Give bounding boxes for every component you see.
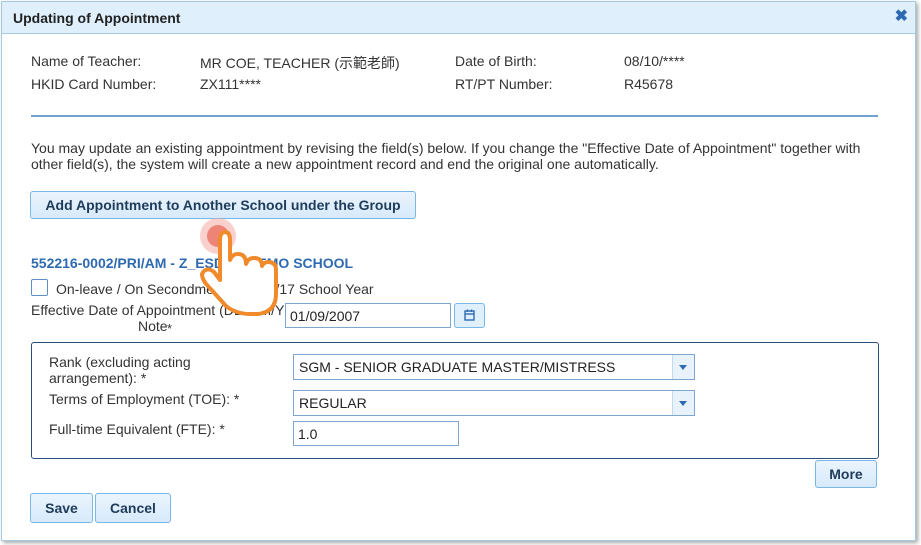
dob-value: 08/10/**** <box>624 53 685 69</box>
rank-select[interactable]: SGM - SENIOR GRADUATE MASTER/MISTRESS <box>293 354 695 380</box>
fte-input[interactable]: 1.0 <box>293 421 459 446</box>
onleave-checkbox[interactable] <box>31 279 48 296</box>
close-icon[interactable]: ✖ <box>895 6 908 26</box>
dialog-title: Updating of Appointment <box>13 10 181 26</box>
rtpt-label: RT/PT Number: <box>455 76 553 92</box>
appointment-details-panel: Rank (excluding acting arrangement): * S… <box>31 342 879 459</box>
appointment-dialog: Updating of Appointment ✖ Name of Teache… <box>1 1 916 541</box>
instructions-text: You may update an existing appointment b… <box>31 140 861 172</box>
toe-label: Terms of Employment (TOE): * <box>49 391 240 407</box>
dialog-titlebar: Updating of Appointment ✖ <box>2 2 915 34</box>
effective-date-required: * <box>167 321 173 336</box>
dob-label: Date of Birth: <box>455 53 537 69</box>
name-value: MR COE, TEACHER (示範老師) <box>200 55 400 71</box>
effective-date-note-link[interactable]: Note <box>138 318 168 334</box>
more-button[interactable]: More <box>815 460 877 488</box>
toe-select[interactable]: REGULAR <box>293 390 695 416</box>
save-button[interactable]: Save <box>30 493 93 523</box>
rtpt-value: R45678 <box>624 76 674 92</box>
hkid-label: HKID Card Number: <box>31 76 157 92</box>
toe-select-value: REGULAR <box>299 395 367 411</box>
cancel-button[interactable]: Cancel <box>95 493 171 523</box>
effective-date-input[interactable]: 01/09/2007 <box>285 303 451 328</box>
chevron-down-icon[interactable] <box>672 391 694 415</box>
pointing-hand-icon <box>200 218 278 316</box>
calendar-icon <box>464 309 475 321</box>
divider <box>31 115 878 117</box>
calendar-button[interactable] <box>454 303 485 328</box>
fte-label: Full-time Equivalent (FTE): * <box>49 421 225 437</box>
rank-select-value: SGM - SENIOR GRADUATE MASTER/MISTRESS <box>299 359 616 375</box>
rank-label: Rank (excluding acting arrangement): * <box>49 354 191 386</box>
hkid-value: ZX111**** <box>200 76 261 92</box>
chevron-down-icon[interactable] <box>672 355 694 379</box>
name-label: Name of Teacher: <box>31 53 142 69</box>
